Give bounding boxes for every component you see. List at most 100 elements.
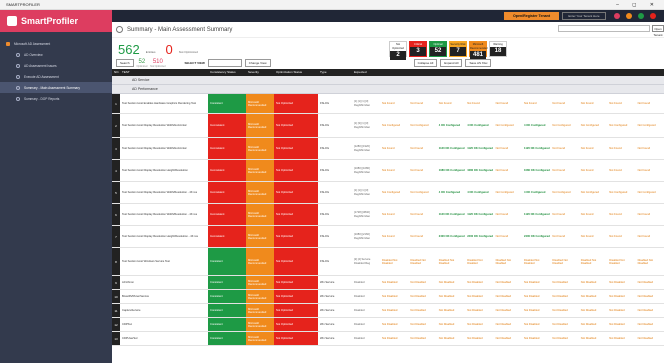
server-value-cell: Not Disabled [580, 309, 597, 312]
server-value-cell: Not Configured [410, 124, 429, 127]
open-tenant-button[interactable]: Open Tenant [652, 25, 664, 37]
status-card[interactable]: Optimal 52 [429, 41, 447, 57]
server-value-cell: Disabled Not Disabled [552, 258, 568, 265]
severity-badge: Microsoft Recommended [246, 290, 274, 303]
row-number: 13 [112, 332, 120, 345]
server-value-cell: Not Configured [552, 191, 571, 194]
server-value-cell: Not Disabled [552, 281, 568, 284]
expected-value: [1] [1] [1] [3] Reg/Min/Hwn [354, 99, 371, 107]
section-row[interactable]: AD Performance [112, 85, 664, 94]
status-card-value: 7 [450, 47, 466, 56]
table-row[interactable]: 13 CDPUserSvc Consistent Microsoft Recommen… [112, 332, 664, 346]
table-row[interactable]: 1 Test Section Host Enables Hardware Grap… [112, 94, 664, 114]
optimization-status: Not Optimized [274, 114, 318, 137]
expected-value: Disabled [354, 280, 365, 284]
column-header[interactable]: NO. [112, 69, 119, 76]
table-row[interactable]: 9 AJ/ctfmon Consistent Microsoft Recommende… [112, 276, 664, 290]
server-value-cell: 4 OK Configured [438, 124, 461, 127]
column-header[interactable]: Type [318, 69, 327, 76]
status-card[interactable]: Not Optimized 2 [389, 41, 407, 60]
server-value-cell: Not Found [580, 169, 594, 172]
expected-value: Disabled [354, 294, 365, 298]
tenant-input[interactable]: Enter Your Tenant Here [562, 12, 606, 20]
table-row[interactable]: 4 Test Section Host Display Resolution He… [112, 160, 664, 182]
table-row[interactable]: 8 Test Section Host Windows Service Test C… [112, 248, 664, 276]
table-row[interactable]: 11 CaptureService Consistent Microsoft Reco… [112, 304, 664, 318]
home-icon[interactable] [614, 13, 620, 19]
window-controls[interactable]: – ◻ ✕ [616, 0, 660, 10]
status-card[interactable]: Security Risk 7 [449, 41, 467, 57]
table-row[interactable]: 10 BcastDVRUserService Consistent Microsoft… [112, 290, 664, 304]
table-row[interactable]: 12 CDPSvc Consistent Microsoft Recommended N… [112, 318, 664, 332]
back-icon[interactable] [116, 26, 123, 33]
export-button[interactable]: Save AS Xlsx [465, 59, 492, 67]
collapse-all-button[interactable]: Collapse All [413, 59, 438, 67]
expand-all-button[interactable]: Expand All [440, 59, 463, 67]
server-value-cell: Not Configured [495, 191, 514, 194]
table-row[interactable]: 6 Test Section Host Display Resolution Wi… [112, 204, 664, 226]
search-button[interactable]: Search [116, 59, 134, 67]
column-header[interactable]: Consistency Status [208, 69, 236, 76]
server-value-cell: Not Disabled [438, 281, 455, 284]
server-value-cell: Not Configured [580, 191, 599, 194]
status-card[interactable]: Microsoft Recommended 481 [469, 41, 488, 60]
column-header[interactable]: Optimization Status [274, 69, 302, 76]
type-cell: FSLOG [320, 213, 330, 216]
expected-value: Disabled [354, 308, 365, 312]
type-cell: FSLOG [320, 191, 330, 194]
section-row[interactable]: AD Service [112, 76, 664, 85]
change-view-button[interactable]: Change View [244, 59, 271, 67]
server-value-cell: Not Configured [609, 124, 628, 127]
server-value-cell: Not Disabled [637, 281, 653, 284]
server-value-cell: Not Found [609, 169, 622, 172]
sidebar-item[interactable]: Microsoft AD Assessment [0, 38, 112, 49]
help-icon[interactable] [638, 13, 644, 19]
test-name: CDPUserSvc [122, 337, 138, 340]
report-icon [16, 74, 20, 79]
sidebar-item[interactable]: Summary - Main Assessment Summary [0, 82, 112, 93]
kpi-errors-label: Not Optimized [178, 50, 198, 54]
type-cell: Win Service [320, 281, 335, 284]
consistency-status: Consistent [208, 318, 246, 331]
sidebar-item[interactable]: Execute AD Assessment [0, 71, 112, 82]
server-value-cell: Not Disabled [495, 337, 511, 340]
row-number: 9 [112, 276, 120, 289]
table-row[interactable]: 2 Test Section Host Display Resolution Wi… [112, 114, 664, 138]
type-cell: Win Service [320, 323, 335, 326]
severity-badge: Microsoft Recommended [246, 94, 274, 113]
server-value-cell: Not Disabled [495, 295, 511, 298]
table-row[interactable]: 5 Test Section Host Display Resolution Wi… [112, 182, 664, 204]
sidebar-item[interactable]: AD Overview [0, 49, 112, 60]
app-logo-icon [7, 16, 17, 26]
view-select[interactable] [207, 59, 242, 67]
server-value-cell: Not Disabled [382, 281, 398, 284]
table-row[interactable]: 3 Test Section Host Display Resolution Wi… [112, 138, 664, 160]
test-name: Test Section Host Display Resolution Wid… [122, 191, 198, 194]
consistency-status: Consistent [208, 332, 246, 345]
window-title: SMARTPROFILER [6, 2, 40, 7]
report-icon [16, 96, 20, 101]
report-icon [16, 52, 20, 57]
table-row[interactable]: 7 Test Section Host Display Resolution He… [112, 226, 664, 248]
server-value-cell: Not Disabled [609, 309, 625, 312]
server-value-cell: Not Disabled [410, 295, 426, 298]
column-header[interactable]: TEST [120, 69, 130, 76]
sidebar-item[interactable]: AD Assessment Issues [0, 60, 112, 71]
test-name: CaptureService [122, 309, 141, 312]
page-search-input[interactable] [558, 25, 650, 32]
test-name: AJ/ctfmon [122, 281, 134, 284]
status-card-value: 3 [410, 47, 426, 56]
column-header[interactable]: Severity [246, 69, 259, 76]
register-tenant-button[interactable]: Open/Register Tenant [504, 12, 559, 20]
server-value-cell: Disabled Not Disabled [637, 258, 653, 265]
server-value-cell: Not Found [580, 102, 594, 105]
server-value-cell: 1080 OK Configured [524, 169, 550, 172]
server-value-cell: Not Disabled [382, 309, 398, 312]
gear-icon[interactable] [626, 13, 632, 19]
optimization-status: Not Optimized [274, 160, 318, 181]
status-card[interactable]: Critical 3 [409, 41, 427, 57]
status-card[interactable]: Warning 18 [489, 41, 507, 57]
column-header[interactable]: Expected [352, 69, 367, 76]
sidebar-item[interactable]: Summary - DOP Reports [0, 93, 112, 104]
user-icon[interactable] [650, 13, 656, 19]
